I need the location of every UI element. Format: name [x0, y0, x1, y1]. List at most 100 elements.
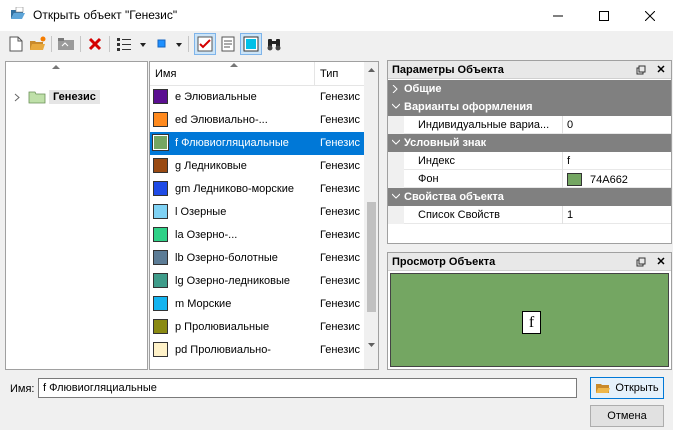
list-item-type: Генезис	[320, 229, 360, 241]
collapse-arrow-icon[interactable]	[392, 139, 400, 145]
property-individual[interactable]: Индивидуальные вариа... 0	[388, 116, 671, 134]
open-button[interactable]: Открыть	[590, 377, 664, 399]
color-swatch-icon	[153, 89, 168, 104]
color-swatch-icon	[153, 112, 168, 127]
tree-item-label: Генезис	[49, 90, 100, 104]
list-item[interactable]: m Морские Генезис	[150, 293, 364, 316]
pin-icon[interactable]	[634, 63, 648, 77]
properties-title: Параметры Объекта	[392, 64, 504, 76]
new-document-icon[interactable]	[5, 33, 27, 55]
column-header-name[interactable]: Имя	[155, 68, 176, 80]
scroll-up-icon[interactable]	[364, 62, 378, 78]
close-button[interactable]	[627, 0, 673, 31]
preview-close-icon[interactable]: ✕	[654, 254, 668, 268]
list-item[interactable]: gm Ледниково-морские Генезис	[150, 178, 364, 201]
property-background[interactable]: Фон 74A662	[388, 170, 671, 188]
color-square-icon[interactable]	[151, 33, 173, 55]
maximize-button[interactable]	[581, 0, 627, 31]
collapse-arrow-icon[interactable]	[392, 193, 400, 199]
checklist-icon[interactable]	[194, 33, 216, 55]
list-item-name: f Флювиогляциальные	[175, 137, 289, 149]
background-color-swatch[interactable]	[567, 173, 582, 186]
properties-header: Параметры Объекта ✕	[388, 61, 671, 79]
list-item[interactable]: l Озерные Генезис	[150, 201, 364, 224]
view-dropdown-chevron-icon[interactable]	[140, 43, 146, 47]
category-design[interactable]: Варианты оформления	[388, 98, 671, 116]
property-list[interactable]: Список Свойств 1	[388, 206, 671, 224]
properties-panel: Параметры Объекта ✕ Общие Варианты оформ…	[387, 60, 672, 244]
name-sort-arrow-icon	[230, 63, 238, 67]
list-rows: e Элювиальные Генезис ed Элювиально-... Ген…	[150, 86, 364, 369]
category-general[interactable]: Общие	[388, 80, 671, 98]
name-input[interactable]	[38, 378, 577, 398]
list-item[interactable]: p Пролювиальные Генезис	[150, 316, 364, 339]
list-item[interactable]: lg Озерно-ледниковые Генезис	[150, 270, 364, 293]
list-item-type: Генезис	[320, 298, 360, 310]
list-item[interactable]: pd Пролювиально- Генезис	[150, 339, 364, 362]
preview-title: Просмотр Объекта	[392, 256, 496, 268]
list-item-name: pd Пролювиально-	[175, 344, 271, 356]
property-index[interactable]: Индекс f	[388, 152, 671, 170]
list-item[interactable]: ed Элювиально-... Генезис	[150, 109, 364, 132]
scrollbar-thumb[interactable]	[367, 202, 376, 312]
color-dropdown-chevron-icon[interactable]	[176, 43, 182, 47]
folder-open-icon	[10, 6, 26, 21]
category-properties[interactable]: Свойства объекта	[388, 188, 671, 206]
collapse-arrow-icon[interactable]	[392, 103, 400, 109]
delete-icon[interactable]	[84, 33, 106, 55]
list-item-type: Генезис	[320, 160, 360, 172]
view-list-icon[interactable]	[113, 33, 135, 55]
name-label: Имя:	[10, 383, 35, 395]
properties-text-icon[interactable]	[217, 33, 239, 55]
list-item-name: lb Озерно-болотные	[175, 252, 278, 264]
list-item-type: Генезис	[320, 321, 360, 333]
color-swatch-icon	[153, 227, 168, 242]
folder-icon	[28, 91, 46, 104]
color-swatch-icon	[153, 273, 168, 288]
list-item[interactable]: la Озерно-... Генезис	[150, 224, 364, 247]
properties-close-icon[interactable]: ✕	[654, 62, 668, 76]
window-title: Открыть объект "Генезис"	[33, 8, 178, 22]
minimize-button[interactable]	[535, 0, 581, 31]
list-item-name: p Пролювиальные	[175, 321, 270, 333]
color-swatch-icon	[153, 181, 168, 196]
preview-panel: Просмотр Объекта ✕ f	[387, 252, 672, 370]
binoculars-icon[interactable]	[263, 33, 285, 55]
list-item[interactable]: lb Озерно-болотные Генезис	[150, 247, 364, 270]
cancel-button[interactable]: Отмена	[590, 405, 664, 427]
list-item[interactable]: e Элювиальные Генезис	[150, 86, 364, 109]
category-symbol[interactable]: Условный знак	[388, 134, 671, 152]
list-item-name: l Озерные	[175, 206, 227, 218]
list-item-type: Генезис	[320, 344, 360, 356]
color-swatch-icon	[153, 204, 168, 219]
open-folder-icon[interactable]	[27, 33, 49, 55]
folder-up-icon[interactable]	[55, 33, 77, 55]
list-item-type: Генезис	[320, 206, 360, 218]
color-swatch-icon	[153, 342, 168, 357]
tree-item-genesis[interactable]: Генезис	[14, 90, 100, 104]
list-item-name: lg Озерно-ледниковые	[175, 275, 291, 287]
list-item[interactable]: f Флювиогляциальные Генезис	[150, 132, 364, 155]
list-header: Имя Тип	[150, 62, 378, 86]
color-swatch-icon	[153, 296, 168, 311]
list-item-name: m Морские	[175, 298, 232, 310]
tree-panel[interactable]: Генезис	[5, 61, 148, 370]
preview-glyph: f	[522, 311, 541, 334]
expand-arrow-icon[interactable]	[14, 93, 21, 102]
preview-panel-icon[interactable]	[240, 33, 262, 55]
expand-arrow-icon[interactable]	[392, 85, 398, 93]
pin-icon[interactable]	[634, 255, 648, 269]
list-item-type: Генезис	[320, 252, 360, 264]
scroll-down-icon[interactable]	[364, 337, 378, 353]
color-swatch-icon	[153, 319, 168, 334]
list-item-name: g Ледниковые	[175, 160, 247, 172]
list-item-name: ed Элювиально-...	[175, 114, 268, 126]
list-item[interactable]: g Ледниковые Генезис	[150, 155, 364, 178]
preview-header: Просмотр Объекта ✕	[388, 253, 671, 271]
list-item-name: la Озерно-...	[175, 229, 238, 241]
preview-canvas: f	[390, 273, 669, 367]
color-swatch-icon	[153, 250, 168, 265]
object-list[interactable]: Имя Тип e Элювиальные Генезис ed Элювиальн…	[149, 61, 379, 370]
column-header-type[interactable]: Тип	[320, 68, 338, 80]
color-swatch-icon	[152, 134, 169, 151]
